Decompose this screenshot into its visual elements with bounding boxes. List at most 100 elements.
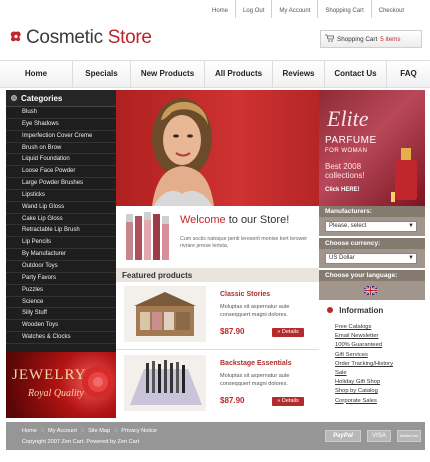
welcome-text: Cum sociis natoque penti lereserit monis…: [180, 236, 308, 249]
info-link[interactable]: Email Newsletter: [335, 333, 393, 342]
product-card: Backstage Essentials Moluptas sit aspern…: [116, 351, 319, 419]
manufacturers-heading: Manufacturers:: [319, 206, 425, 217]
footer-link-site-map[interactable]: Site Map: [88, 428, 110, 434]
bullet-icon: [327, 307, 333, 313]
info-link[interactable]: Free Catalogs: [335, 324, 393, 333]
category-item[interactable]: Puzzles: [6, 285, 116, 297]
rose-image: [82, 366, 114, 398]
details-button[interactable]: » Details: [272, 328, 304, 337]
category-item[interactable]: By Manufacturer: [6, 249, 116, 261]
elite-parfume-banner[interactable]: Elite PARFUME FOR WOMAN Best 2008 collec…: [319, 90, 425, 206]
info-link[interactable]: Shop by Catalog: [335, 388, 393, 397]
currency-box: Choose currency: US Dollar ▼: [319, 238, 425, 268]
product-image[interactable]: [124, 286, 206, 342]
top-links: Home Log Out My Account Shopping Cart Ch…: [205, 0, 411, 18]
main-nav: Home Specials New Products All Products …: [0, 60, 430, 88]
footer-copyright: Copyright 2007 Zen Cart. Powered by Zen …: [22, 439, 140, 445]
category-item[interactable]: Retractable Lip Brush: [6, 225, 116, 238]
welcome-title: Welcome to our Store!: [180, 214, 289, 226]
product-price: $87.90: [220, 396, 245, 405]
category-item[interactable]: Cake Lip Gloss: [6, 214, 116, 226]
info-link[interactable]: Corporate Sales: [335, 398, 393, 407]
hero-banner[interactable]: [116, 90, 319, 206]
top-link-home[interactable]: Home: [205, 0, 235, 18]
nav-all-products[interactable]: All Products: [205, 61, 273, 87]
uk-flag-icon[interactable]: [364, 286, 377, 295]
chevron-down-icon: ▼: [408, 255, 414, 261]
product-desc: Moluptas sit aspernatur aute conseqquert…: [220, 304, 290, 318]
footer-link-privacy[interactable]: Privacy Notice: [121, 428, 157, 434]
info-link[interactable]: Holiday Gift Shop: [335, 379, 393, 388]
manufacturers-select-value: Please, select: [329, 223, 367, 229]
logo-text-part1: Cosmetic: [26, 27, 103, 48]
elite-banner-cta[interactable]: Click HERE!: [325, 187, 360, 193]
category-item[interactable]: Lipsticks: [6, 190, 116, 202]
category-item[interactable]: Imperfection Cover Creme: [6, 131, 116, 143]
jewelry-banner[interactable]: JEWELRY Royal Quality: [6, 352, 116, 418]
categories-sidebar: Categories Blush Eye Shadows Imperfectio…: [6, 90, 116, 352]
perfume-bottle-image: [391, 148, 417, 202]
product-desc: Moluptas sit aspernatur aute conseqquert…: [220, 373, 290, 387]
category-item[interactable]: Liquid Foundation: [6, 154, 116, 167]
info-link[interactable]: 100% Guaranteed: [335, 342, 393, 351]
footer-link-my-account[interactable]: My Account: [48, 428, 77, 434]
currency-select[interactable]: US Dollar ▼: [325, 253, 417, 264]
mastercard-logo: MasterCard: [397, 430, 421, 442]
lip-gloss-image: [126, 212, 169, 260]
nav-reviews[interactable]: Reviews: [273, 61, 325, 87]
nav-faq[interactable]: FAQ: [387, 61, 430, 87]
category-item[interactable]: Wand Lip Gloss: [6, 202, 116, 214]
top-link-checkout[interactable]: Checkout: [370, 0, 411, 18]
top-link-logout[interactable]: Log Out: [235, 0, 271, 18]
footer: Home :: My Account :: Site Map :: Privac…: [6, 422, 319, 450]
footer-link-home[interactable]: Home: [22, 428, 37, 434]
nav-new-products[interactable]: New Products: [131, 61, 205, 87]
paypal-logo: PayPal: [325, 430, 361, 442]
top-link-shopping-cart[interactable]: Shopping Cart: [317, 0, 370, 18]
cart-button[interactable]: Shopping Cart 5 items: [320, 30, 422, 48]
chevron-down-icon: ▼: [408, 223, 414, 229]
footer-separator: ::: [40, 428, 45, 434]
elite-banner-line2: FOR WOMAN: [325, 148, 368, 154]
details-button[interactable]: » Details: [272, 397, 304, 406]
elite-banner-line1: PARFUME: [325, 135, 377, 146]
product-card: Classic Stories Moluptas sit aspernatur …: [116, 282, 319, 350]
currency-heading: Choose currency:: [319, 238, 425, 249]
nav-specials[interactable]: Specials: [73, 61, 131, 87]
store-logo[interactable]: Cosmetic Store: [8, 27, 152, 49]
info-link[interactable]: Order Tracking/History: [335, 361, 393, 370]
categories-list: Blush Eye Shadows Imperfection Cover Cre…: [6, 107, 116, 344]
language-heading: Choose your language:: [319, 270, 425, 281]
product-image[interactable]: [124, 355, 206, 411]
info-link[interactable]: Gift Services: [335, 352, 393, 361]
nav-contact-us[interactable]: Contact Us: [325, 61, 387, 87]
manufacturers-select[interactable]: Please, select ▼: [325, 221, 417, 232]
info-link[interactable]: Sale: [335, 370, 393, 379]
category-item[interactable]: Loose Face Powder: [6, 166, 116, 179]
cart-icon: [325, 34, 335, 44]
information-links: Free Catalogs Email Newsletter 100% Guar…: [335, 324, 393, 407]
featured-heading: Featured products: [116, 268, 319, 282]
category-item[interactable]: Watches & Clocks: [6, 332, 116, 344]
welcome-title-suffix: to our Store!: [225, 214, 290, 226]
payment-logos: PayPal VISA MasterCard: [319, 422, 425, 450]
category-item[interactable]: Eye Shadows: [6, 119, 116, 131]
category-item[interactable]: Brush on Brow: [6, 143, 116, 155]
category-item[interactable]: Science: [6, 297, 116, 309]
nav-home[interactable]: Home: [0, 61, 73, 87]
category-item[interactable]: Blush: [6, 107, 116, 119]
model-photo: [152, 98, 214, 206]
top-link-my-account[interactable]: My Account: [271, 0, 317, 18]
elite-banner-line3: Best 2008 collections!: [325, 162, 365, 180]
category-item[interactable]: Party Favors: [6, 273, 116, 285]
category-item[interactable]: Large Powder Brushes: [6, 178, 116, 190]
product-title[interactable]: Backstage Essentials: [220, 360, 292, 367]
category-item[interactable]: Outdoor Toys: [6, 261, 116, 273]
information-box: Information Free Catalogs Email Newslett…: [319, 302, 425, 419]
category-item[interactable]: Lip Pencils: [6, 237, 116, 250]
category-item[interactable]: Wooden Toys: [6, 320, 116, 333]
category-item[interactable]: Silly Stuff: [6, 308, 116, 321]
welcome-section: Welcome to our Store! Cum sociis natoque…: [116, 206, 319, 268]
language-box: Choose your language:: [319, 270, 425, 300]
product-title[interactable]: Classic Stories: [220, 291, 270, 298]
